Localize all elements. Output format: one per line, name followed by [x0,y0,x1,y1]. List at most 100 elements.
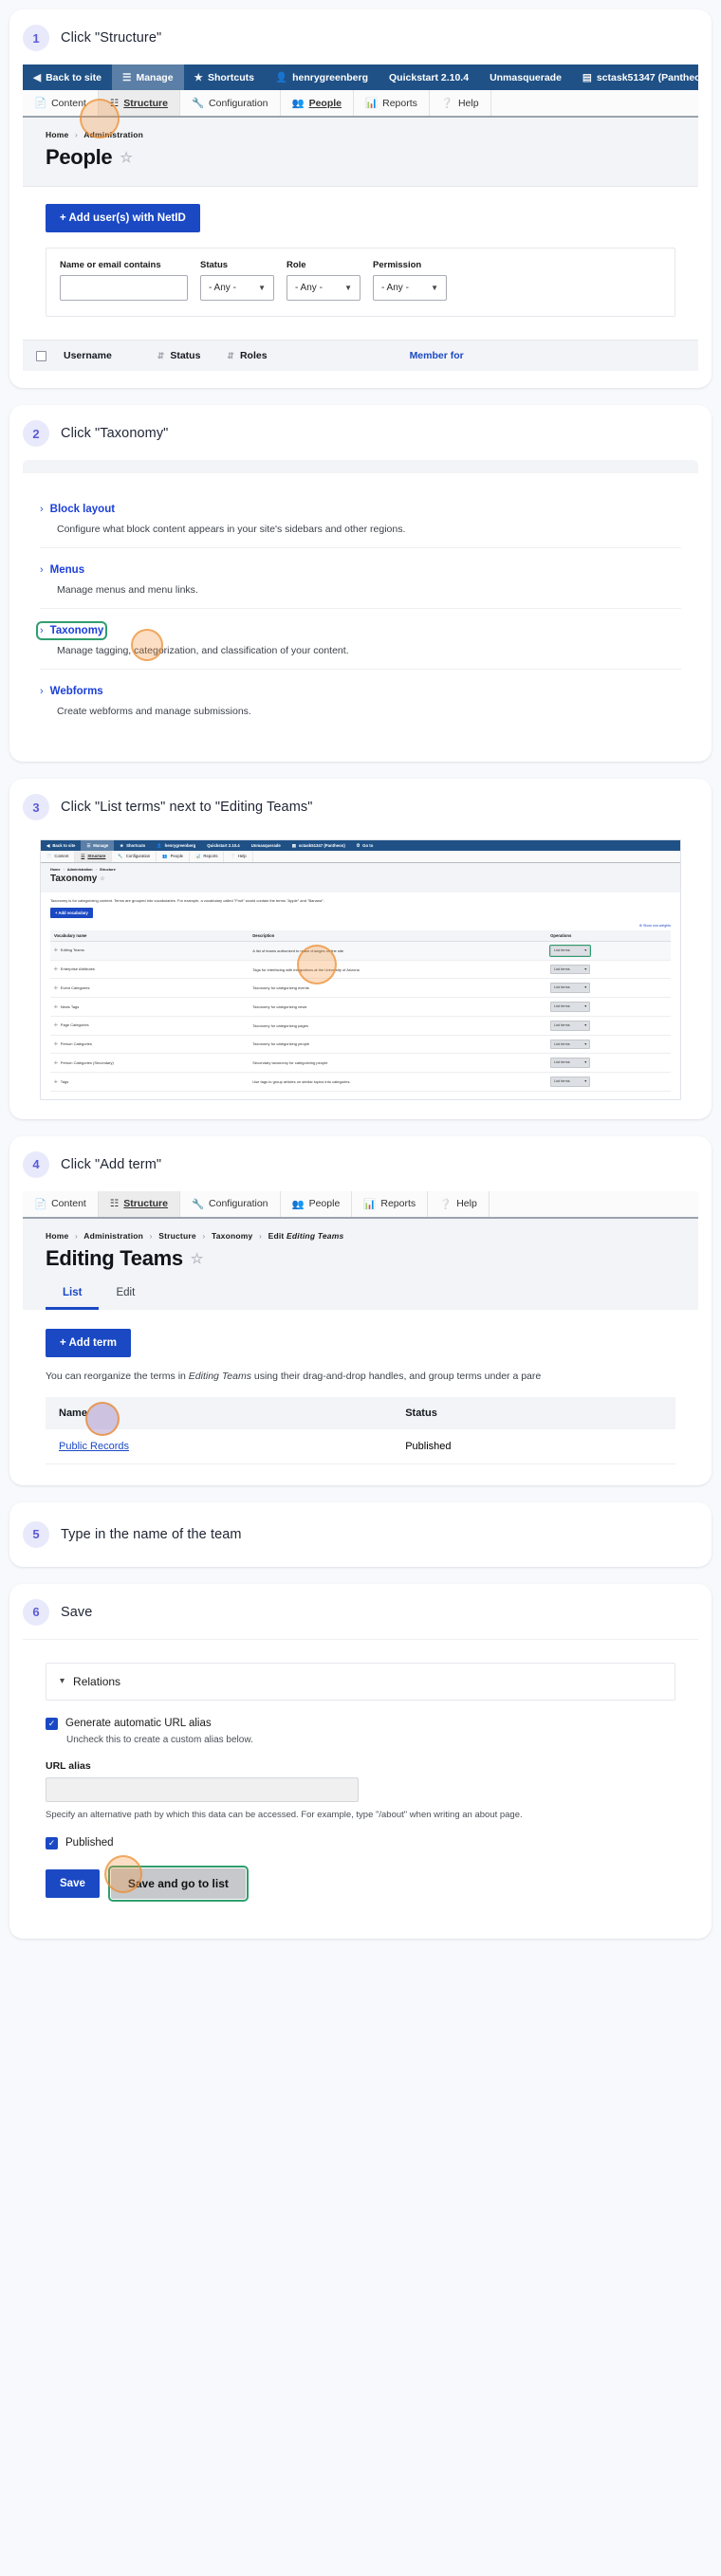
role-select[interactable]: - Any - ▼ [287,275,360,301]
structure-link-taxonomy[interactable]: › Taxonomy [35,621,108,640]
breadcrumb-taxonomy[interactable]: Taxonomy [212,1231,252,1241]
mini-toolbar-manage[interactable]: ☰ Manage [81,840,115,852]
local-task-tabs[interactable]: List Edit [23,1276,698,1310]
favorite-star-icon[interactable]: ☆ [120,149,132,166]
tab-structure[interactable]: ☷ Structure [98,90,180,116]
tab-help[interactable]: ❔ Help [430,90,491,116]
mini-toolbar-user[interactable]: 👤 henrygreenberg [151,840,201,851]
toolbar-back-to-site[interactable]: ◀ Back to site [23,64,112,90]
save-and-go-to-list-button[interactable]: Save and go to list [107,1865,249,1902]
mini-toolbar-back[interactable]: ◀ Back to site [41,840,81,851]
sort-icon[interactable]: ⇵ [152,351,171,361]
column-username[interactable]: Username [46,350,112,361]
tab-people[interactable]: 👥 People [281,90,355,116]
mini-admin-tabs[interactable]: 📄 Content ☷ Structure 🔧 Configuration 👥 Peop… [41,851,680,863]
url-alias-input[interactable] [46,1776,359,1802]
tab-people[interactable]: 👥 People [281,1190,353,1217]
drag-handle-icon[interactable]: ✢ [54,1060,61,1065]
mini-admin-toolbar[interactable]: ◀ Back to site ☰ Manage ★ Shortcuts 👤 henryg… [41,840,680,852]
structure-link-block-layout[interactable]: › Block layout [40,504,115,515]
list-terms-button[interactable]: List terms ▾ [550,1020,591,1031]
list-terms-button[interactable]: List terms ▾ [550,983,591,994]
structure-link-webforms[interactable]: › Webforms [40,686,103,697]
mini-toolbar-goto[interactable]: ⏱ Go to [351,840,379,851]
mini-tab-reports[interactable]: 📊 Reports [190,851,225,862]
toolbar-user[interactable]: 👤 henrygreenberg [265,64,379,90]
status-select[interactable]: - Any - ▼ [200,275,274,301]
published-row[interactable]: ✓ Published [46,1836,675,1849]
mini-toolbar-sctask[interactable]: ▤ sctask51347 (Pantheon) [287,840,351,851]
search-input[interactable] [60,275,188,301]
mini-toolbar-quickstart[interactable]: Quickstart 2.10.4 [201,840,245,851]
tab-help[interactable]: ❔ Help [428,1190,490,1217]
mini-toolbar-unmasquerade[interactable]: Unmasquerade [246,840,287,851]
breadcrumb[interactable]: Home › Administration › Structure › Taxo… [46,1231,675,1241]
admin-menu-tabs[interactable]: 📄 Content ☷ Structure 🔧 Configuration 👥 … [23,1190,698,1219]
auto-url-alias-row[interactable]: ✓ Generate automatic URL alias [46,1717,675,1730]
mini-tab-structure[interactable]: ☷ Structure [75,851,113,862]
tab-list[interactable]: List [46,1277,100,1310]
show-row-weights-link[interactable]: ⚙ Show row weights [50,924,671,928]
checkbox-generate-url-alias[interactable]: ✓ [46,1717,58,1730]
mini-tab-people[interactable]: 👥 People [157,851,191,862]
breadcrumb[interactable]: Home › Administration › Structure [50,868,671,873]
toolbar-unmasquerade[interactable]: Unmasquerade [479,64,572,90]
save-button[interactable]: Save [46,1868,100,1898]
list-terms-button[interactable]: List terms ▾ [550,1039,591,1050]
breadcrumb-home[interactable]: Home [50,868,61,872]
breadcrumb-administration[interactable]: Administration [83,130,143,139]
breadcrumb-structure[interactable]: Structure [158,1231,196,1241]
tab-content[interactable]: 📄 Content [23,1190,99,1217]
drag-handle-icon[interactable]: ✢ [54,966,61,971]
breadcrumb[interactable]: Home › Administration [46,130,675,139]
mini-tab-help[interactable]: ❔ Help [224,851,253,862]
breadcrumb-administration[interactable]: Administration [67,868,93,872]
drag-handle-icon[interactable]: ✢ [54,948,61,952]
tab-reports[interactable]: 📊 Reports [352,1190,429,1217]
term-link-public-records[interactable]: Public Records [59,1441,129,1452]
list-terms-button[interactable]: List terms ▾ [550,964,591,975]
column-member-for[interactable]: Member for [410,350,464,361]
breadcrumb-administration[interactable]: Administration [83,1231,143,1241]
breadcrumb-home[interactable]: Home [46,1231,68,1241]
admin-menu-tabs[interactable]: 📄 Content ☷ Structure 🔧 Configuration 👥 … [23,90,698,118]
tab-content[interactable]: 📄 Content [23,90,99,116]
sort-icon[interactable]: ⇵ [221,351,240,361]
breadcrumb-structure[interactable]: Structure [100,868,116,872]
add-term-button[interactable]: + Add term [46,1328,131,1357]
permission-select[interactable]: - Any - ▼ [373,275,447,301]
breadcrumb-home[interactable]: Home [46,130,68,139]
tab-configuration[interactable]: 🔧 Configuration [180,1190,281,1217]
tab-edit[interactable]: Edit [99,1277,152,1310]
relations-fieldset[interactable]: ▾ Relations [46,1662,675,1701]
column-roles[interactable]: Roles [240,350,268,361]
toolbar-quickstart[interactable]: Quickstart 2.10.4 [379,64,479,90]
mini-tab-configuration[interactable]: 🔧 Configuration [112,851,157,862]
add-vocabulary-button[interactable]: + Add vocabulary [50,907,93,919]
list-terms-button[interactable]: List terms ▾ [550,1058,591,1069]
structure-link-menus[interactable]: › Menus [40,564,84,576]
drag-handle-icon[interactable]: ✢ [54,1079,61,1084]
tab-configuration[interactable]: 🔧 Configuration [180,90,281,116]
drag-handle-icon[interactable]: ✢ [54,1041,61,1046]
select-all-checkbox[interactable] [36,350,46,361]
drupal-admin-toolbar[interactable]: ◀ Back to site ☰ Manage ★ Shortcuts 👤 he… [23,64,710,90]
column-status[interactable]: Status [170,350,200,361]
favorite-star-icon[interactable]: ☆ [191,1250,203,1267]
list-terms-button[interactable]: List terms ▾ [550,1076,591,1087]
checkbox-published[interactable]: ✓ [46,1836,58,1849]
favorite-star-icon[interactable]: ☆ [100,876,104,884]
toolbar-sctask[interactable]: ▤ sctask51347 (Pantheon) [572,64,712,90]
list-terms-button[interactable]: List terms ▾ [550,1002,591,1012]
add-user-netid-button[interactable]: + Add user(s) with NetID [46,204,200,232]
tab-structure[interactable]: ☷ Structure [98,1190,180,1217]
toolbar-manage[interactable]: ☰ Manage [112,64,184,90]
drag-handle-icon[interactable]: ✢ [54,1004,61,1009]
mini-tab-content[interactable]: 📄 Content [41,851,76,862]
list-terms-button[interactable]: List terms ▾ [549,944,592,957]
drag-handle-icon[interactable]: ✢ [54,1022,61,1027]
tab-reports[interactable]: 📊 Reports [354,90,430,116]
mini-toolbar-shortcuts[interactable]: ★ Shortcuts [114,840,151,851]
drag-handle-icon[interactable]: ✢ [54,985,61,990]
toolbar-shortcuts[interactable]: ★ Shortcuts [184,64,265,90]
